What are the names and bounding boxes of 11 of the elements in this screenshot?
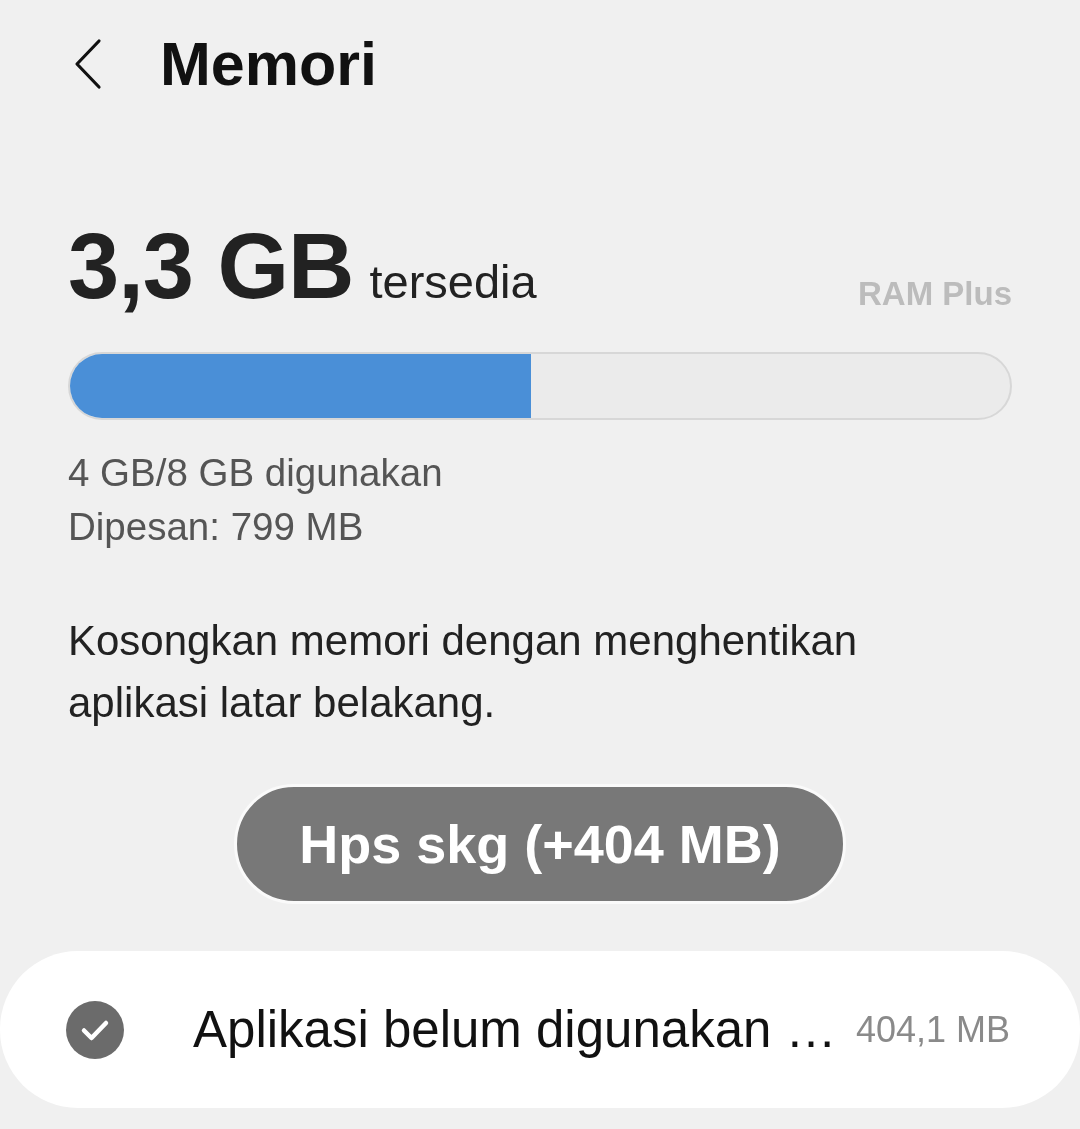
- available-label: tersedia: [369, 258, 537, 305]
- back-icon[interactable]: [74, 38, 102, 90]
- item-size: 404,1 MB: [854, 1008, 1010, 1051]
- description-text: Kosongkan memori dengan menghentikan aplikasi latar belakang.: [68, 616, 859, 728]
- clean-now-button[interactable]: Hps skg (+404 MB): [234, 784, 846, 904]
- used-memory-text: 4 GB/8 GB digunakan: [68, 450, 444, 496]
- available-amount: 3,3 GB: [68, 220, 354, 312]
- page-title: Memori: [160, 33, 377, 95]
- checkbox[interactable]: [66, 1000, 124, 1059]
- reserved-memory-text: Dipesan: 799 MB: [68, 504, 365, 550]
- item-label[interactable]: Aplikasi belum digunakan …: [193, 1000, 837, 1059]
